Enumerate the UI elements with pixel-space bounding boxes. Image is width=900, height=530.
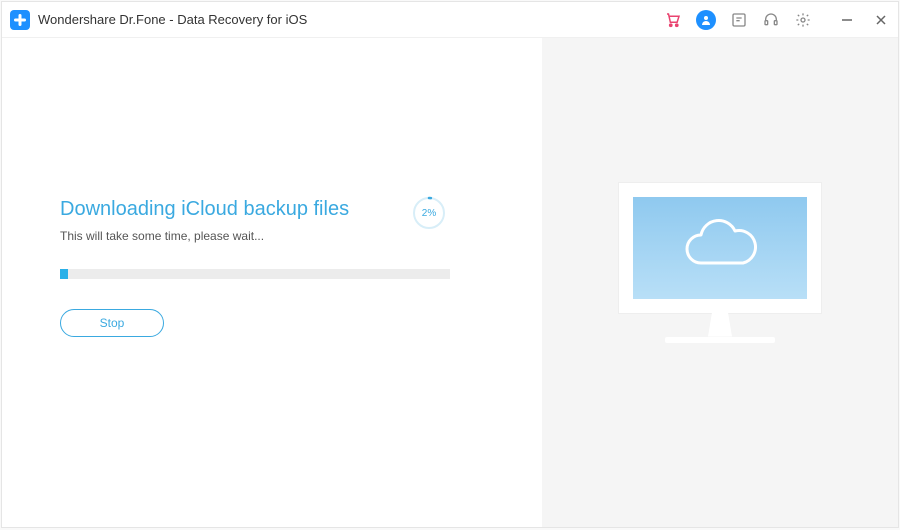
left-panel: Downloading iCloud backup files This wil… (2, 38, 542, 527)
user-avatar-icon[interactable] (696, 10, 716, 30)
stop-button-label: Stop (100, 316, 125, 330)
stop-button[interactable]: Stop (60, 309, 164, 337)
monitor-illustration (605, 183, 835, 383)
minimize-button[interactable] (838, 11, 856, 29)
feedback-icon[interactable] (730, 11, 748, 29)
titlebar-actions (664, 10, 890, 30)
monitor-sky (633, 197, 807, 299)
progress-percent-label: 2% (412, 196, 446, 230)
app-logo-icon (10, 10, 30, 30)
app-window: Wondershare Dr.Fone - Data Recovery for … (1, 1, 899, 528)
monitor-stand (700, 313, 740, 337)
progress-fill (60, 269, 68, 279)
gear-icon[interactable] (794, 11, 812, 29)
cart-icon[interactable] (664, 11, 682, 29)
headset-icon[interactable] (762, 11, 780, 29)
download-subtitle: This will take some time, please wait... (60, 229, 502, 243)
monitor-screen (619, 183, 821, 313)
right-panel (542, 38, 898, 527)
cloud-icon (675, 218, 765, 278)
progress-bar (60, 269, 450, 279)
app-title: Wondershare Dr.Fone - Data Recovery for … (38, 12, 307, 27)
titlebar: Wondershare Dr.Fone - Data Recovery for … (2, 2, 898, 38)
content-area: Downloading iCloud backup files This wil… (2, 38, 898, 527)
monitor-base (665, 337, 775, 343)
progress-ring: 2% (412, 196, 446, 230)
close-button[interactable] (872, 11, 890, 29)
